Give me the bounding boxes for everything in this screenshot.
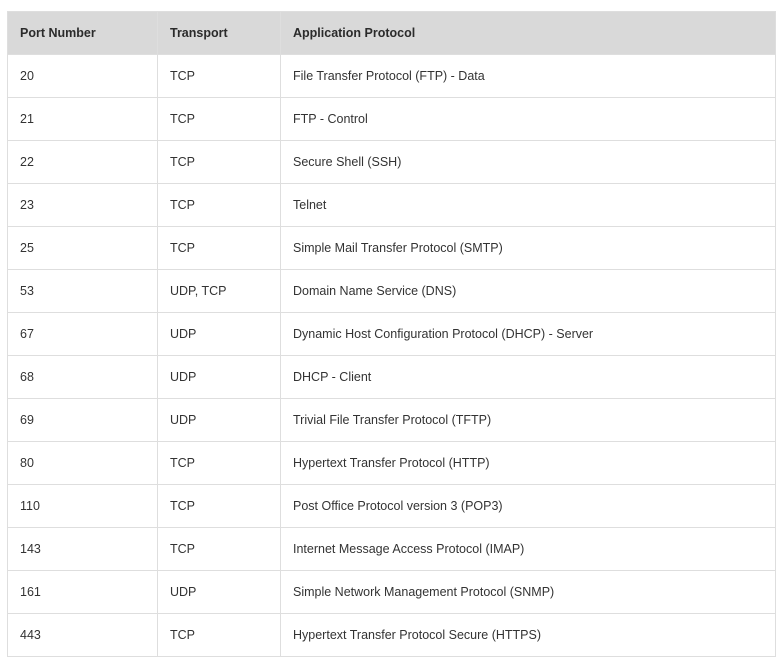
header-port-number: Port Number bbox=[7, 11, 158, 55]
application-protocol-cell: Simple Network Management Protocol (SNMP… bbox=[280, 570, 776, 614]
table-row: 110 TCP Post Office Protocol version 3 (PO… bbox=[7, 484, 776, 528]
application-protocol-cell: Domain Name Service (DNS) bbox=[280, 269, 776, 313]
port-number-cell: 67 bbox=[7, 312, 158, 356]
port-table-container: Port Number Transport Application Protoc… bbox=[7, 11, 776, 657]
table-header: Port Number Transport Application Protoc… bbox=[7, 11, 776, 55]
port-number-cell: 22 bbox=[7, 140, 158, 184]
table-row: 68 UDP DHCP - Client bbox=[7, 355, 776, 399]
transport-cell: TCP bbox=[157, 54, 281, 98]
port-number-cell: 21 bbox=[7, 97, 158, 141]
header-application-protocol: Application Protocol bbox=[280, 11, 776, 55]
application-protocol-cell: File Transfer Protocol (FTP) - Data bbox=[280, 54, 776, 98]
port-number-cell: 443 bbox=[7, 613, 158, 657]
transport-cell: UDP, TCP bbox=[157, 269, 281, 313]
port-number-cell: 53 bbox=[7, 269, 158, 313]
port-protocol-table: Port Number Transport Application Protoc… bbox=[7, 11, 776, 657]
table-body: 20 TCP File Transfer Protocol (FTP) - Data… bbox=[7, 54, 776, 657]
port-number-cell: 23 bbox=[7, 183, 158, 227]
application-protocol-cell: Hypertext Transfer Protocol (HTTP) bbox=[280, 441, 776, 485]
transport-cell: TCP bbox=[157, 183, 281, 227]
port-number-cell: 68 bbox=[7, 355, 158, 399]
table-row: 443 TCP Hypertext Transfer Protocol Secure… bbox=[7, 613, 776, 657]
port-number-cell: 161 bbox=[7, 570, 158, 614]
application-protocol-cell: Dynamic Host Configuration Protocol (DHC… bbox=[280, 312, 776, 356]
table-row: 53 UDP, TCP Domain Name Service (DNS) bbox=[7, 269, 776, 313]
application-protocol-cell: Telnet bbox=[280, 183, 776, 227]
application-protocol-cell: Trivial File Transfer Protocol (TFTP) bbox=[280, 398, 776, 442]
transport-cell: TCP bbox=[157, 97, 281, 141]
transport-cell: UDP bbox=[157, 570, 281, 614]
application-protocol-cell: DHCP - Client bbox=[280, 355, 776, 399]
port-number-cell: 80 bbox=[7, 441, 158, 485]
port-number-cell: 25 bbox=[7, 226, 158, 270]
table-row: 80 TCP Hypertext Transfer Protocol (HTTP) bbox=[7, 441, 776, 485]
table-row: 20 TCP File Transfer Protocol (FTP) - Data bbox=[7, 54, 776, 98]
table-row: 143 TCP Internet Message Access Protocol (… bbox=[7, 527, 776, 571]
application-protocol-cell: Post Office Protocol version 3 (POP3) bbox=[280, 484, 776, 528]
table-row: 22 TCP Secure Shell (SSH) bbox=[7, 140, 776, 184]
port-number-cell: 143 bbox=[7, 527, 158, 571]
table-row: 25 TCP Simple Mail Transfer Protocol (SMTP… bbox=[7, 226, 776, 270]
table-row: 161 UDP Simple Network Management Protocol… bbox=[7, 570, 776, 614]
transport-cell: TCP bbox=[157, 613, 281, 657]
transport-cell: UDP bbox=[157, 312, 281, 356]
transport-cell: TCP bbox=[157, 484, 281, 528]
transport-cell: TCP bbox=[157, 527, 281, 571]
transport-cell: UDP bbox=[157, 398, 281, 442]
port-number-cell: 69 bbox=[7, 398, 158, 442]
application-protocol-cell: Secure Shell (SSH) bbox=[280, 140, 776, 184]
transport-cell: UDP bbox=[157, 355, 281, 399]
table-row: 67 UDP Dynamic Host Configuration Protocol… bbox=[7, 312, 776, 356]
application-protocol-cell: Simple Mail Transfer Protocol (SMTP) bbox=[280, 226, 776, 270]
application-protocol-cell: FTP - Control bbox=[280, 97, 776, 141]
header-row: Port Number Transport Application Protoc… bbox=[7, 11, 776, 55]
application-protocol-cell: Hypertext Transfer Protocol Secure (HTTP… bbox=[280, 613, 776, 657]
transport-cell: TCP bbox=[157, 226, 281, 270]
port-number-cell: 20 bbox=[7, 54, 158, 98]
table-row: 23 TCP Telnet bbox=[7, 183, 776, 227]
port-number-cell: 110 bbox=[7, 484, 158, 528]
transport-cell: TCP bbox=[157, 140, 281, 184]
table-row: 21 TCP FTP - Control bbox=[7, 97, 776, 141]
application-protocol-cell: Internet Message Access Protocol (IMAP) bbox=[280, 527, 776, 571]
transport-cell: TCP bbox=[157, 441, 281, 485]
header-transport: Transport bbox=[157, 11, 281, 55]
table-row: 69 UDP Trivial File Transfer Protocol (TFT… bbox=[7, 398, 776, 442]
